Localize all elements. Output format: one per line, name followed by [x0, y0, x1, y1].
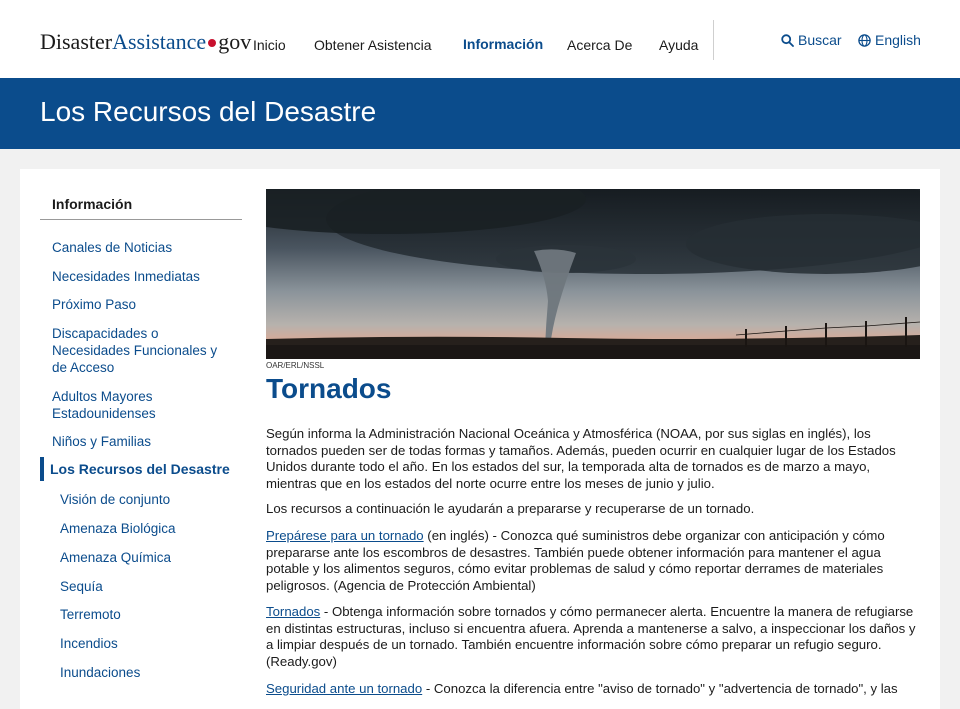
search-icon	[781, 34, 794, 47]
tornado-photo	[266, 189, 920, 359]
resource-link-tornados[interactable]: Tornados	[266, 604, 320, 619]
sidebar-item-canales-de-noticias[interactable]: Canales de Noticias	[52, 239, 232, 256]
nav-divider	[713, 20, 714, 60]
sidebar-subitem-terremoto[interactable]: Terremoto	[60, 606, 240, 623]
resource-link-preparese[interactable]: Prepárese para un tornado	[266, 528, 424, 543]
sidebar-subitem-inundaciones[interactable]: Inundaciones	[60, 664, 240, 681]
nav-inicio[interactable]: Inicio	[253, 37, 286, 53]
sidebar-subitem-incendios[interactable]: Incendios	[60, 635, 240, 652]
nav-informacion[interactable]: Información	[463, 36, 543, 52]
sidebar-item-necesidades-inmediatas[interactable]: Necesidades Inmediatas	[52, 268, 232, 285]
resource-item: Seguridad ante un tornado - Conozca la d…	[266, 681, 918, 698]
language-toggle[interactable]: English	[858, 32, 921, 48]
banner-title: Los Recursos del Desastre	[40, 96, 377, 127]
sidebar-divider	[40, 219, 242, 220]
sidebar-item-ninos-y-familias[interactable]: Niños y Familias	[52, 433, 232, 450]
logo-dot-icon	[208, 38, 217, 47]
resource-link-seguridad[interactable]: Seguridad ante un tornado	[266, 681, 422, 696]
nav-obtener-asistencia[interactable]: Obtener Asistencia	[314, 37, 432, 53]
resource-description: - Conozca la diferencia entre "aviso de …	[422, 681, 898, 696]
sidebar-subitem-amenaza-biologica[interactable]: Amenaza Biológica	[60, 520, 240, 537]
sidebar-subitem-vision-de-conjunto[interactable]: Visión de conjunto	[60, 491, 240, 508]
page-banner: Los Recursos del Desastre	[0, 78, 960, 149]
sidebar-current-label: Los Recursos del Desastre	[50, 461, 230, 477]
intro-paragraph: Según informa la Administración Nacional…	[266, 426, 896, 491]
nav-ayuda[interactable]: Ayuda	[659, 37, 698, 53]
lead-paragraph: Los recursos a continuación le ayudarán …	[266, 501, 755, 516]
search-button[interactable]: Buscar	[781, 32, 842, 48]
sidebar-item-adultos-mayores[interactable]: Adultos Mayores Estadounidenses	[52, 388, 182, 422]
search-label: Buscar	[798, 32, 842, 48]
page-title: Tornados	[266, 373, 392, 404]
sidebar-item-current[interactable]: Los Recursos del Desastre	[40, 457, 240, 481]
image-credit: OAR/ERL/NSSL	[266, 361, 325, 370]
nav-acerca-de[interactable]: Acerca De	[567, 37, 632, 53]
logo-text-gov: gov	[218, 29, 252, 54]
resource-item: Tornados - Obtenga información sobre tor…	[266, 604, 918, 670]
sidebar-heading: Información	[52, 196, 133, 212]
sidebar-item-proximo-paso[interactable]: Próximo Paso	[52, 296, 232, 313]
language-label: English	[875, 32, 921, 48]
site-logo[interactable]: DisasterAssistance gov	[40, 29, 251, 55]
resource-description: - Obtenga información sobre tornados y c…	[266, 604, 916, 669]
logo-text-assistance: Assistance	[112, 29, 207, 54]
resource-item: Prepárese para un tornado (en inglés) - …	[266, 528, 918, 594]
sidebar-item-discapacidades[interactable]: Discapacidades o Necesidades Funcionales…	[52, 325, 227, 376]
globe-icon	[858, 34, 871, 47]
site-header: DisasterAssistance gov Inicio Obtener Asi…	[0, 0, 960, 78]
sidebar-subitem-sequia[interactable]: Sequía	[60, 578, 240, 595]
sidebar-subitem-amenaza-quimica[interactable]: Amenaza Química	[60, 549, 240, 566]
logo-text-disaster: Disaster	[40, 29, 113, 54]
